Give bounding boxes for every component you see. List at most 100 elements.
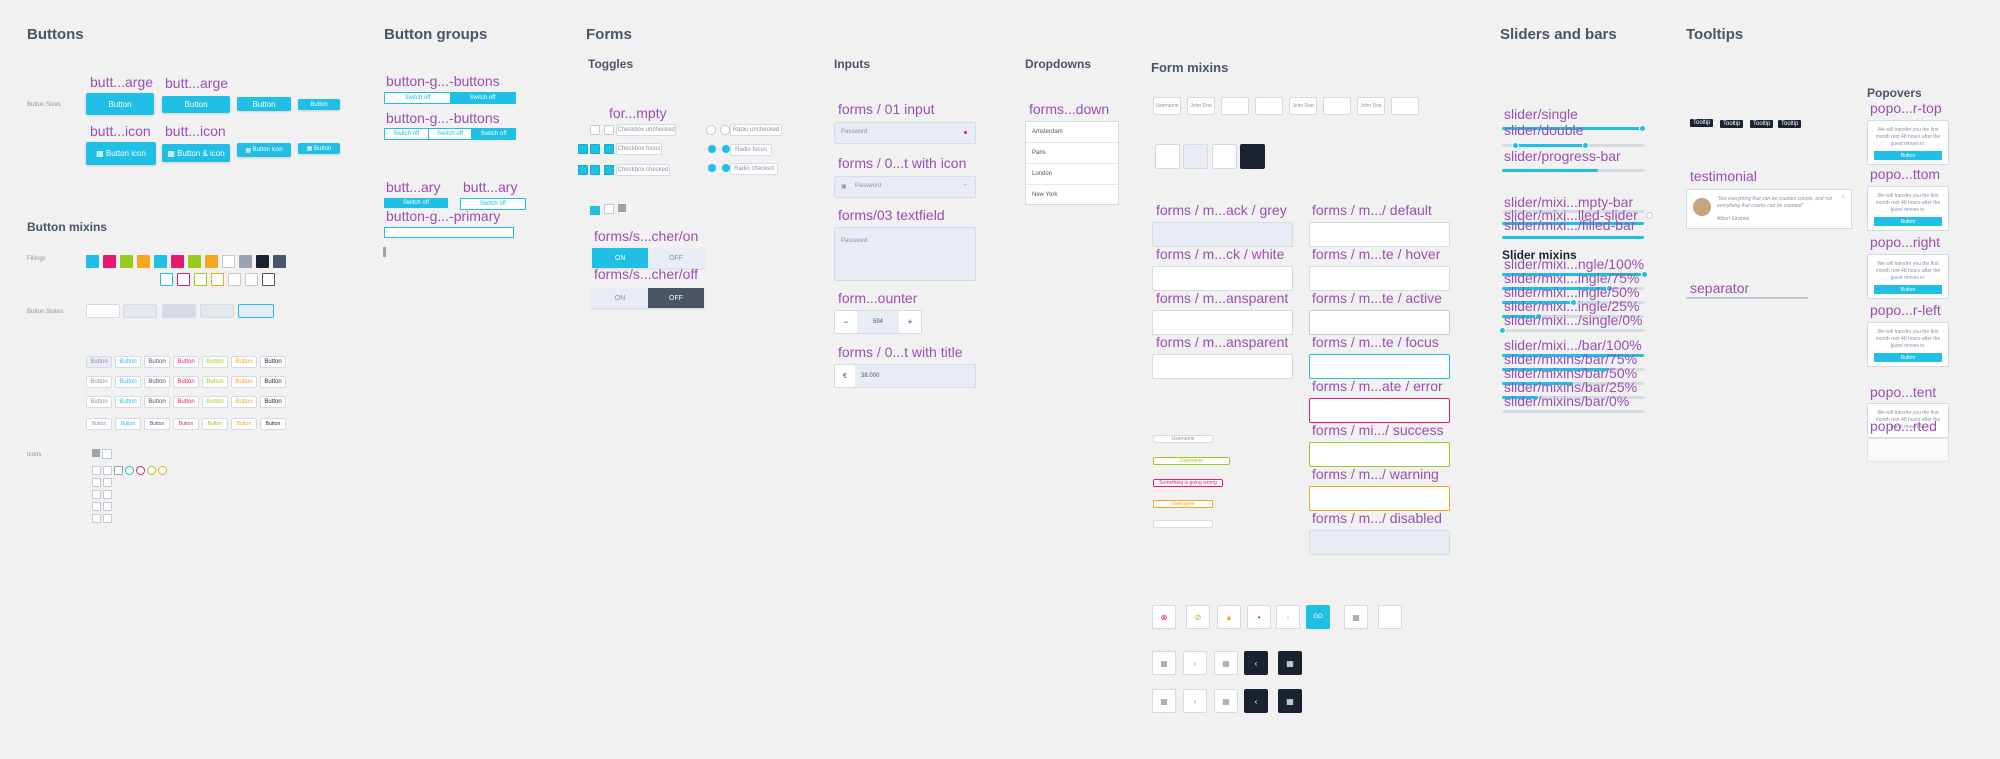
chevron-left-icon[interactable]: ‹: [1183, 651, 1207, 675]
form-field[interactable]: [1309, 486, 1450, 511]
state-focus[interactable]: [238, 304, 274, 318]
dropdown-option[interactable]: Amsterdam: [1026, 122, 1118, 143]
primary-button-group[interactable]: [384, 227, 514, 238]
mixin-button[interactable]: Button: [86, 376, 112, 388]
mixin-button[interactable]: Button: [231, 356, 257, 368]
form-field[interactable]: [1152, 222, 1293, 247]
mixin-button[interactable]: Button: [144, 376, 170, 388]
go-button[interactable]: GO: [1306, 605, 1330, 629]
calendar-icon[interactable]: ▦: [1214, 651, 1238, 675]
slider-handle[interactable]: [1499, 327, 1506, 334]
mixin-button[interactable]: Button: [115, 356, 141, 368]
group-button[interactable]: Switch off: [385, 129, 429, 139]
primary-switch-button[interactable]: Switch off: [384, 198, 448, 208]
mini-form-field[interactable]: John Doe: [1289, 97, 1317, 115]
tiny-icon-button[interactable]: ▦ Button: [298, 143, 340, 154]
state-hover[interactable]: [123, 304, 157, 318]
mixin-button[interactable]: Button: [86, 396, 112, 408]
radio-checked[interactable]: [722, 164, 730, 172]
group-button-active[interactable]: Switch off: [450, 93, 515, 103]
calendar-icon[interactable]: ▦: [1214, 689, 1238, 713]
calendar-icon[interactable]: ▦: [1152, 689, 1176, 713]
calendar-icon[interactable]: ▦: [1278, 651, 1302, 675]
switcher-off-option[interactable]: OFF: [648, 248, 704, 268]
form-field[interactable]: [1152, 310, 1293, 335]
dropdown-option[interactable]: Paris: [1026, 143, 1118, 164]
dropdown-option[interactable]: New York: [1026, 185, 1118, 205]
form-field[interactable]: [1309, 266, 1450, 291]
mini-input-success[interactable]: Username: [1153, 457, 1230, 465]
switcher-off[interactable]: ON OFF: [592, 288, 704, 308]
mixin-button[interactable]: Button: [144, 396, 170, 408]
radio-empty[interactable]: [706, 125, 716, 135]
mixin-button[interactable]: Button: [231, 376, 257, 388]
form-field[interactable]: [1309, 398, 1450, 423]
small-button[interactable]: Button: [237, 97, 291, 111]
form-field[interactable]: [1309, 442, 1450, 467]
checkbox-unchecked[interactable]: [604, 125, 614, 135]
popover-button[interactable]: Button: [1874, 151, 1942, 160]
mini-form-field[interactable]: [1221, 97, 1249, 115]
tiny-button[interactable]: Button: [298, 99, 340, 110]
mixin-button[interactable]: Button: [173, 396, 199, 408]
textfield[interactable]: Password: [834, 227, 976, 281]
chevron-left-icon[interactable]: ‹: [1183, 689, 1207, 713]
success-icon[interactable]: ⊘: [1186, 605, 1210, 629]
mini-form-field[interactable]: [1391, 97, 1419, 115]
mixin-button[interactable]: Button: [260, 376, 286, 388]
mixin-button[interactable]: Button: [173, 376, 199, 388]
mixin-button[interactable]: Button: [86, 418, 112, 430]
mini-input-warning[interactable]: Username: [1153, 500, 1213, 508]
mini-input-empty[interactable]: [1153, 520, 1213, 528]
group-button[interactable]: Switch off: [428, 129, 473, 139]
mini-input-error[interactable]: Something is going wrong: [1153, 479, 1223, 487]
switcher-off-option[interactable]: OFF: [648, 288, 704, 308]
mini-form-field[interactable]: [1323, 97, 1351, 115]
checkbox-focus[interactable]: [604, 144, 614, 154]
checkbox-checked[interactable]: [590, 165, 600, 175]
warning-icon[interactable]: ▲: [1217, 605, 1241, 629]
state-default[interactable]: [86, 304, 120, 318]
switcher-on-option[interactable]: ON: [592, 248, 648, 268]
mixin-button[interactable]: Button: [115, 376, 141, 388]
blank-square[interactable]: [1378, 605, 1402, 629]
mixin-button[interactable]: Button: [173, 418, 199, 430]
large-button[interactable]: Button: [86, 93, 154, 115]
mini-input[interactable]: Username: [1153, 435, 1213, 443]
mixin-button[interactable]: Button: [173, 356, 199, 368]
increment-button[interactable]: +: [899, 311, 921, 333]
mixin-button[interactable]: Button: [202, 418, 228, 430]
password-input[interactable]: Password: [834, 122, 976, 144]
mixin-button[interactable]: Button: [231, 396, 257, 408]
popover-button[interactable]: Button: [1874, 353, 1942, 362]
calendar-icon[interactable]: ▦: [1344, 605, 1368, 629]
mixin-button[interactable]: Button: [202, 396, 228, 408]
dot-icon[interactable]: •: [1247, 605, 1271, 629]
state-active[interactable]: [162, 304, 196, 318]
amount-input[interactable]: € 38.000: [834, 364, 976, 388]
mixin-button[interactable]: Button: [86, 356, 112, 368]
popover-button[interactable]: Button: [1874, 217, 1942, 226]
checkbox-empty[interactable]: [590, 125, 600, 135]
radio-checked[interactable]: [708, 164, 716, 172]
slider-handle[interactable]: [1646, 212, 1653, 219]
calendar-icon[interactable]: ▦: [1152, 651, 1176, 675]
radio-unchecked[interactable]: [720, 125, 730, 135]
form-field[interactable]: [1309, 310, 1450, 335]
group-button-active[interactable]: Switch off: [472, 129, 516, 139]
password-input-with-icon[interactable]: ▣ Password –: [834, 176, 976, 198]
form-field[interactable]: [1152, 354, 1293, 379]
slider-handle[interactable]: [1639, 125, 1646, 132]
group-button[interactable]: Switch off: [385, 93, 450, 103]
switcher-on-option[interactable]: ON: [592, 288, 648, 308]
decrement-button[interactable]: −: [835, 311, 857, 333]
mixin-button[interactable]: Button: [202, 356, 228, 368]
close-icon[interactable]: ×: [1841, 194, 1845, 201]
counter-value[interactable]: 594: [857, 311, 899, 333]
chevron-left-icon[interactable]: ‹: [1244, 689, 1268, 713]
chevron-left-icon[interactable]: ‹: [1244, 651, 1268, 675]
switcher-on[interactable]: ON OFF: [592, 248, 704, 268]
state-disabled[interactable]: [200, 304, 234, 318]
small-icon-button[interactable]: ▦ Button icon: [237, 143, 291, 157]
medium-button[interactable]: Button: [162, 96, 230, 113]
